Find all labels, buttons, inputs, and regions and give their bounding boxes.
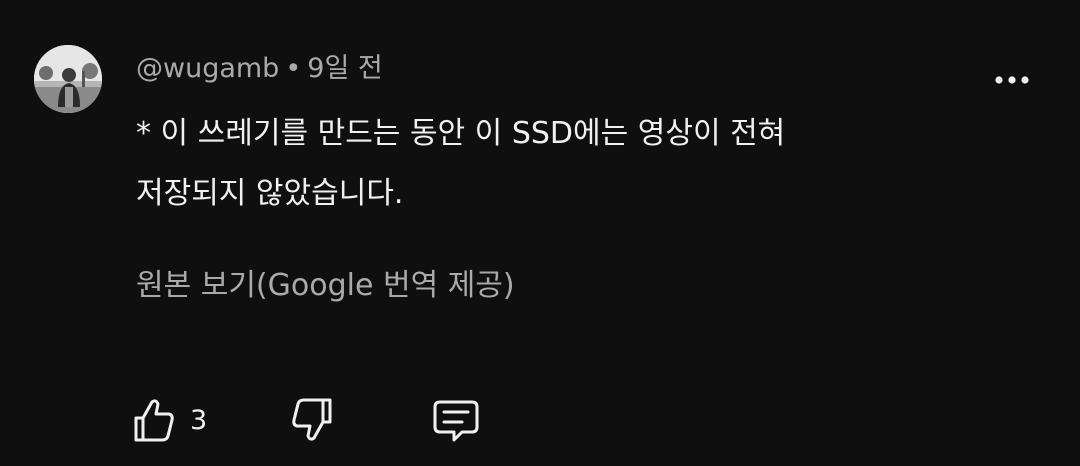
meta-separator: • [285, 53, 302, 84]
more-options-button[interactable] [986, 60, 1038, 100]
avatar[interactable] [34, 45, 102, 113]
like-button[interactable]: 3 [132, 392, 207, 448]
reply-button[interactable] [430, 392, 482, 448]
more-dots-icon [995, 76, 1029, 84]
reply-comment-icon [433, 400, 479, 442]
comment-item: @wugamb • 9일 전 * 이 쓰레기를 만드는 동안 이 SSD에는 영상이… [0, 0, 1080, 466]
view-original-link[interactable]: 원본 보기(Google 번역 제공) [136, 264, 515, 308]
dislike-button[interactable] [290, 392, 334, 448]
thumb-up-icon [134, 399, 174, 442]
thumb-down-icon [292, 398, 332, 441]
comment-text-line: 저장되지 않았습니다. [136, 176, 404, 211]
like-count: 3 [190, 404, 208, 436]
comment-text-line: * 이 쓰레기를 만드는 동안 이 SSD에는 영상이 전혀 [136, 116, 786, 151]
comment-text: * 이 쓰레기를 만드는 동안 이 SSD에는 영상이 전혀 저장되지 않았습니… [136, 104, 956, 224]
comment-meta: @wugamb • 9일 전 [136, 51, 383, 87]
avatar-photo [34, 45, 102, 113]
comment-time: 9일 전 [307, 53, 383, 84]
author-name[interactable]: @wugamb [136, 53, 279, 84]
